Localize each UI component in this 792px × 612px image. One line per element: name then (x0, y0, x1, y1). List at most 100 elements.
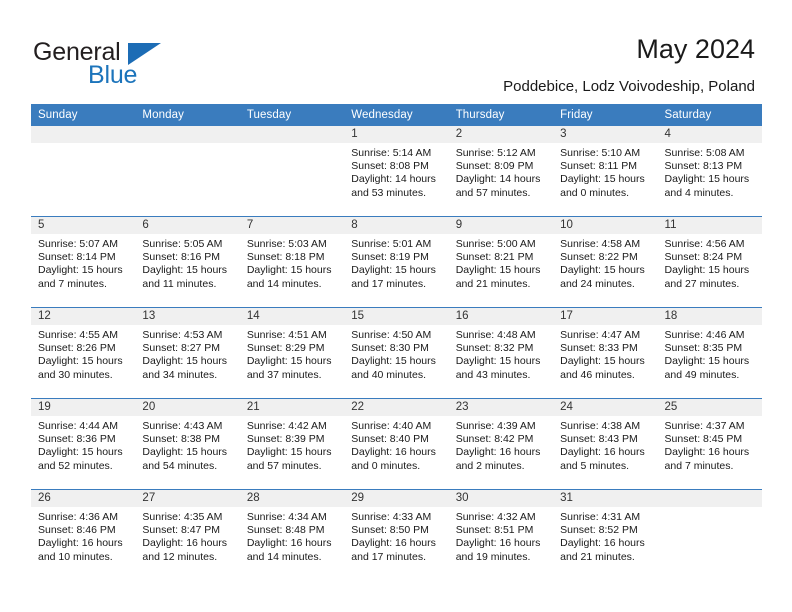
calendar-day-cell[interactable]: 12 Sunrise: 4:55 AM Sunset: 8:26 PM Dayligh… (31, 307, 136, 399)
daylight-text-line1: Daylight: 15 hours (246, 355, 332, 368)
calendar-day-cell[interactable]: 22 Sunrise: 4:40 AM Sunset: 8:40 PM Dayligh… (344, 398, 449, 490)
sunset-text: Sunset: 8:11 PM (560, 160, 637, 173)
calendar-day-cell[interactable]: 18 Sunrise: 4:46 AM Sunset: 8:35 PM Dayligh… (657, 307, 762, 399)
day-number: 12 (31, 308, 136, 325)
sunset-text: Sunset: 8:18 PM (246, 251, 325, 264)
day-number: 4 (657, 126, 762, 143)
calendar-day-cell[interactable]: 4 Sunrise: 5:08 AM Sunset: 8:13 PM Daylight… (657, 126, 762, 217)
day-details: Sunrise: 5:07 AM Sunset: 8:14 PM Daylight:… (31, 234, 135, 291)
calendar-day-cell[interactable]: 31 Sunrise: 4:31 AM Sunset: 8:52 PM Dayligh… (553, 489, 658, 580)
sunset-text: Sunset: 8:38 PM (142, 433, 221, 446)
calendar-day-cell[interactable]: 21 Sunrise: 4:42 AM Sunset: 8:39 PM Dayligh… (239, 398, 345, 490)
sunset-text: Sunset: 8:29 PM (246, 342, 325, 355)
sunrise-text: Sunrise: 4:38 AM (560, 420, 641, 432)
day-cell-inner: 11 Sunrise: 4:56 AM Sunset: 8:24 PM Dayligh… (657, 217, 762, 307)
daylight-text-line2: and 5 minutes. (560, 459, 629, 472)
calendar-table: Sunday Monday Tuesday Wednesday Thursday Frid… (31, 104, 762, 580)
calendar-day-cell[interactable]: 14 Sunrise: 4:51 AM Sunset: 8:29 PM Dayligh… (239, 307, 345, 399)
day-cell-inner: 27 Sunrise: 4:35 AM Sunset: 8:47 PM Dayligh… (135, 490, 240, 580)
day-details: Sunrise: 5:03 AM Sunset: 8:18 PM Daylight:… (240, 234, 344, 291)
day-number: 13 (135, 308, 240, 325)
calendar-day-cell[interactable]: 30 Sunrise: 4:32 AM Sunset: 8:51 PM Dayligh… (448, 489, 554, 580)
calendar-day-cell[interactable]: 7 Sunrise: 5:03 AM Sunset: 8:18 PM Daylight… (239, 216, 345, 308)
calendar-day-cell[interactable]: 15 Sunrise: 4:50 AM Sunset: 8:30 PM Dayligh… (344, 307, 449, 399)
calendar-day-cell[interactable]: 11 Sunrise: 4:56 AM Sunset: 8:24 PM Dayligh… (657, 216, 762, 308)
sunrise-text: Sunrise: 4:48 AM (455, 329, 536, 341)
sunrise-text: Sunrise: 4:33 AM (351, 511, 432, 523)
sunrise-text: Sunrise: 4:36 AM (38, 511, 118, 523)
day-cell-inner: 18 Sunrise: 4:46 AM Sunset: 8:35 PM Dayligh… (657, 308, 762, 398)
sunrise-text: Sunrise: 4:46 AM (664, 329, 745, 341)
day-details: Sunrise: 4:44 AM Sunset: 8:36 PM Daylight:… (31, 416, 135, 473)
calendar-day-cell[interactable]: 13 Sunrise: 4:53 AM Sunset: 8:27 PM Dayligh… (135, 307, 240, 399)
sunset-text: Sunset: 8:09 PM (455, 160, 534, 173)
calendar-day-cell[interactable]: 19 Sunrise: 4:44 AM Sunset: 8:36 PM Dayligh… (31, 398, 136, 490)
day-details: Sunrise: 4:39 AM Sunset: 8:42 PM Daylight:… (449, 416, 553, 473)
sunset-text: Sunset: 8:26 PM (38, 342, 116, 355)
calendar-day-cell[interactable]: 26 Sunrise: 4:36 AM Sunset: 8:46 PM Dayligh… (31, 489, 136, 580)
sunset-text: Sunset: 8:13 PM (664, 160, 743, 173)
daylight-text-line1: Daylight: 16 hours (455, 537, 541, 550)
daylight-text-line1: Daylight: 15 hours (455, 355, 541, 368)
daylight-text-line2: and 27 minutes. (664, 277, 740, 290)
daylight-text-line2: and 43 minutes. (455, 368, 531, 381)
calendar-day-cell[interactable]: 27 Sunrise: 4:35 AM Sunset: 8:47 PM Dayligh… (135, 489, 240, 580)
day-number: 25 (657, 399, 762, 416)
day-cell-inner: 21 Sunrise: 4:42 AM Sunset: 8:39 PM Dayligh… (239, 399, 345, 489)
general-blue-logo[interactable]: General Blue (33, 38, 233, 90)
calendar-day-cell[interactable]: 17 Sunrise: 4:47 AM Sunset: 8:33 PM Dayligh… (553, 307, 658, 399)
daylight-text-line1: Daylight: 15 hours (142, 355, 228, 368)
sunset-text: Sunset: 8:35 PM (664, 342, 743, 355)
daylight-text-line1: Daylight: 15 hours (351, 264, 436, 277)
calendar-day-cell[interactable]: 9 Sunrise: 5:00 AM Sunset: 8:21 PM Daylight… (448, 216, 554, 308)
calendar-day-cell[interactable]: 29 Sunrise: 4:33 AM Sunset: 8:50 PM Dayligh… (344, 489, 449, 580)
calendar-day-cell[interactable]: 20 Sunrise: 4:43 AM Sunset: 8:38 PM Dayligh… (135, 398, 240, 490)
daylight-text-line2: and 0 minutes. (351, 459, 421, 472)
sunrise-text: Sunrise: 4:42 AM (246, 420, 327, 432)
calendar-day-cell[interactable]: 10 Sunrise: 4:58 AM Sunset: 8:22 PM Dayligh… (553, 216, 658, 308)
calendar-day-cell[interactable]: 23 Sunrise: 4:39 AM Sunset: 8:42 PM Dayligh… (448, 398, 554, 490)
day-cell-inner: 24 Sunrise: 4:38 AM Sunset: 8:43 PM Dayligh… (553, 399, 658, 489)
calendar-week-row: 1 Sunrise: 5:14 AM Sunset: 8:08 PM Daylight… (31, 126, 762, 217)
day-details: Sunrise: 5:14 AM Sunset: 8:08 PM Daylight:… (344, 143, 448, 200)
day-number: 8 (344, 217, 449, 234)
calendar-day-cell[interactable]: 24 Sunrise: 4:38 AM Sunset: 8:43 PM Dayligh… (553, 398, 658, 490)
day-cell-inner (657, 490, 762, 580)
day-cell-inner: 2 Sunrise: 5:12 AM Sunset: 8:09 PM Daylight… (448, 126, 554, 216)
day-cell-inner: 23 Sunrise: 4:39 AM Sunset: 8:42 PM Dayligh… (448, 399, 554, 489)
calendar-day-cell[interactable]: 8 Sunrise: 5:01 AM Sunset: 8:19 PM Daylight… (344, 216, 449, 308)
sunrise-text: Sunrise: 4:35 AM (142, 511, 223, 523)
daylight-text-line1: Daylight: 15 hours (664, 173, 750, 186)
sunset-text: Sunset: 8:36 PM (38, 433, 116, 446)
daylight-text-line1: Daylight: 16 hours (246, 537, 332, 550)
calendar-day-cell[interactable]: 16 Sunrise: 4:48 AM Sunset: 8:32 PM Dayligh… (448, 307, 554, 399)
page-header: General Blue May 2024 Poddebice, Lodz Vo… (0, 0, 792, 104)
calendar-day-cell[interactable]: 28 Sunrise: 4:34 AM Sunset: 8:48 PM Dayligh… (239, 489, 345, 580)
sunset-text: Sunset: 8:46 PM (38, 524, 116, 537)
calendar-day-cell-empty (31, 126, 136, 217)
sunrise-text: Sunrise: 4:47 AM (560, 329, 641, 341)
day-number: 17 (553, 308, 658, 325)
day-cell-inner: 14 Sunrise: 4:51 AM Sunset: 8:29 PM Dayligh… (239, 308, 345, 398)
day-number: 11 (657, 217, 762, 234)
calendar-day-cell[interactable]: 5 Sunrise: 5:07 AM Sunset: 8:14 PM Daylight… (31, 216, 136, 308)
daylight-text-line2: and 40 minutes. (351, 368, 426, 381)
day-cell-inner: 5 Sunrise: 5:07 AM Sunset: 8:14 PM Daylight… (31, 217, 136, 307)
calendar-day-cell[interactable]: 6 Sunrise: 5:05 AM Sunset: 8:16 PM Daylight… (135, 216, 240, 308)
calendar-day-cell[interactable]: 1 Sunrise: 5:14 AM Sunset: 8:08 PM Daylight… (344, 126, 449, 217)
sunrise-text: Sunrise: 4:44 AM (38, 420, 118, 432)
weekday-header-monday: Monday (135, 104, 240, 126)
calendar-day-cell[interactable]: 3 Sunrise: 5:10 AM Sunset: 8:11 PM Daylight… (553, 126, 658, 217)
calendar-day-cell[interactable]: 2 Sunrise: 5:12 AM Sunset: 8:09 PM Daylight… (448, 126, 554, 217)
calendar-day-cell[interactable]: 25 Sunrise: 4:37 AM Sunset: 8:45 PM Dayligh… (657, 398, 762, 490)
daylight-text-line2: and 21 minutes. (455, 277, 531, 290)
day-cell-inner: 20 Sunrise: 4:43 AM Sunset: 8:38 PM Dayligh… (135, 399, 240, 489)
sunset-text: Sunset: 8:47 PM (142, 524, 221, 537)
daylight-text-line2: and 10 minutes. (38, 550, 113, 563)
daylight-text-line1: Daylight: 16 hours (455, 446, 541, 459)
day-number: 2 (448, 126, 554, 143)
sunrise-text: Sunrise: 5:01 AM (351, 238, 432, 250)
sunrise-text: Sunrise: 4:50 AM (351, 329, 432, 341)
day-cell-inner: 31 Sunrise: 4:31 AM Sunset: 8:52 PM Dayligh… (553, 490, 658, 580)
day-details: Sunrise: 4:38 AM Sunset: 8:43 PM Daylight:… (553, 416, 657, 473)
